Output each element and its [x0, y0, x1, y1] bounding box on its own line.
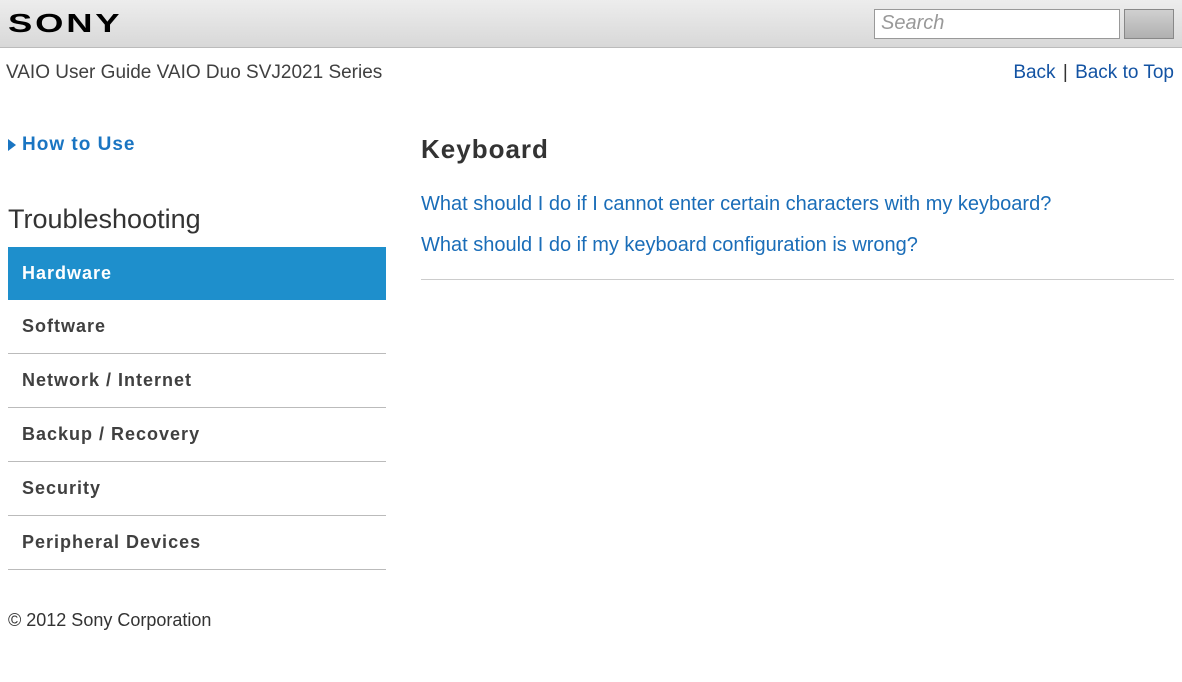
sidebar: How to Use Troubleshooting Hardware Soft… [8, 134, 386, 570]
sidebar-item-security[interactable]: Security [8, 462, 386, 516]
troubleshooting-title: Troubleshooting [8, 204, 386, 235]
footer: © 2012 Sony Corporation [0, 590, 1182, 651]
sony-logo: SONY [8, 8, 122, 39]
nav-separator: | [1063, 62, 1073, 83]
sidebar-item-peripheral[interactable]: Peripheral Devices [8, 516, 386, 570]
main-content: Keyboard What should I do if I cannot en… [421, 134, 1174, 570]
sidebar-item-network[interactable]: Network / Internet [8, 354, 386, 408]
search-input[interactable] [874, 9, 1120, 39]
back-to-top-link[interactable]: Back to Top [1075, 62, 1174, 83]
sidebar-nav-list: Hardware Software Network / Internet Bac… [8, 247, 386, 570]
sidebar-item-software[interactable]: Software [8, 300, 386, 354]
chevron-right-icon [8, 139, 16, 151]
search-button[interactable] [1124, 9, 1174, 39]
copyright-text: © 2012 Sony Corporation [8, 610, 211, 630]
breadcrumb: VAIO User Guide VAIO Duo SVJ2021 Series [6, 62, 382, 84]
sidebar-item-hardware[interactable]: Hardware [8, 247, 386, 300]
subheader: VAIO User Guide VAIO Duo SVJ2021 Series … [0, 48, 1182, 84]
back-link[interactable]: Back [1013, 62, 1055, 83]
sidebar-item-backup[interactable]: Backup / Recovery [8, 408, 386, 462]
faq-link[interactable]: What should I do if my keyboard configur… [421, 234, 1174, 257]
top-nav: Back | Back to Top [1013, 62, 1174, 84]
faq-link[interactable]: What should I do if I cannot enter certa… [421, 193, 1174, 216]
content-divider [421, 279, 1174, 280]
how-to-use-label: How to Use [22, 134, 135, 156]
how-to-use-link[interactable]: How to Use [8, 134, 386, 156]
page-heading: Keyboard [421, 134, 1174, 165]
content-area: How to Use Troubleshooting Hardware Soft… [0, 84, 1182, 590]
header-bar: SONY [0, 0, 1182, 48]
search-area [874, 9, 1174, 39]
